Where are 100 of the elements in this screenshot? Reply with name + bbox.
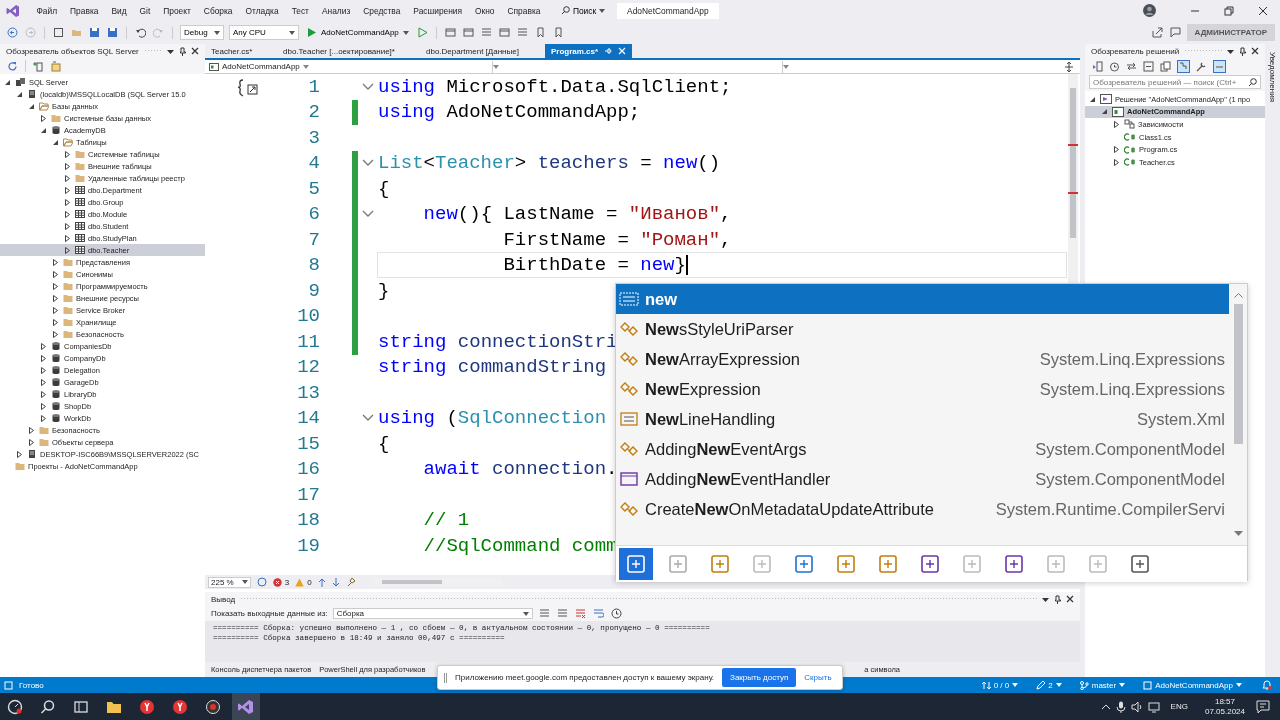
menu-item[interactable]: Расширения	[406, 5, 469, 16]
menu-item[interactable]: Проект	[156, 5, 198, 16]
preview-icon[interactable]	[1213, 59, 1226, 73]
fold-chevron-icon[interactable]	[362, 414, 374, 423]
sync-icon[interactable]	[1126, 60, 1137, 72]
completion-item[interactable]: NewLineHandling System.Xml	[616, 404, 1229, 434]
menu-item[interactable]: Окно	[468, 5, 502, 16]
expanded-triangle-icon[interactable]	[16, 90, 23, 98]
collapsed-triangle-icon[interactable]	[1113, 158, 1120, 166]
collapsed-triangle-icon[interactable]	[52, 270, 59, 278]
dropdown-icon[interactable]	[1227, 47, 1234, 55]
browser-icon[interactable]	[172, 698, 188, 715]
collapsed-triangle-icon[interactable]	[52, 294, 59, 302]
collapse-icon[interactable]	[1143, 60, 1154, 72]
completion-item[interactable]: new	[616, 284, 1229, 314]
arrow-down-icon[interactable]	[331, 577, 340, 587]
pin-icon[interactable]	[1054, 594, 1061, 604]
record-icon[interactable]	[205, 698, 221, 715]
locals-filter-icon[interactable]	[619, 548, 653, 580]
collapsed-triangle-icon[interactable]	[64, 198, 71, 206]
collapsed-triangle-icon[interactable]	[52, 258, 59, 266]
menu-item[interactable]: Вид	[104, 5, 134, 16]
feedback-icon[interactable]	[1169, 27, 1181, 38]
expanded-triangle-icon[interactable]	[28, 102, 35, 110]
dropdown-icon[interactable]	[1042, 595, 1049, 603]
completion-item[interactable]: AddingNewEventArgs System.ComponentModel	[616, 434, 1229, 464]
wrench-icon[interactable]	[1196, 60, 1207, 72]
clear-icon[interactable]	[574, 608, 586, 619]
add-query-icon[interactable]	[50, 60, 61, 72]
new-item-icon[interactable]	[53, 27, 64, 38]
collapsed-triangle-icon[interactable]	[40, 342, 47, 350]
menu-item[interactable]: Тест	[285, 5, 316, 16]
pencil-indicator[interactable]: 2	[1036, 680, 1062, 690]
collapsed-triangle-icon[interactable]	[1113, 146, 1120, 154]
network-icon[interactable]	[1147, 700, 1160, 713]
notifications-tab[interactable]: Уведомления	[1268, 52, 1277, 103]
collapsed-triangle-icon[interactable]	[40, 378, 47, 386]
collapsed-triangle-icon[interactable]	[40, 402, 47, 410]
repository-selector[interactable]: AdoNetCommandApp	[1143, 680, 1242, 690]
document-tab[interactable]: dbo.Department [Данные]	[420, 44, 545, 58]
notification-bell-icon[interactable]	[1262, 680, 1272, 690]
collapsed-triangle-icon[interactable]	[52, 330, 59, 338]
menu-item[interactable]: Правка	[63, 5, 105, 16]
restore-icon[interactable]	[1224, 5, 1234, 16]
warning-count[interactable]: 0	[295, 577, 312, 587]
switch-views-icon[interactable]	[1092, 60, 1103, 72]
close-icon[interactable]	[1258, 5, 1268, 16]
collapsed-triangle-icon[interactable]	[64, 162, 71, 170]
collapsed-triangle-icon[interactable]	[64, 186, 71, 194]
copy-icon[interactable]	[1160, 60, 1171, 72]
changes-indicator[interactable]: 0 / 0	[981, 680, 1019, 690]
collapsed-triangle-icon[interactable]	[64, 210, 71, 218]
menu-item[interactable]: Отладка	[239, 5, 286, 16]
search-icon[interactable]	[40, 698, 56, 715]
expanded-triangle-icon[interactable]	[1101, 108, 1108, 116]
collapsed-triangle-icon[interactable]	[40, 114, 47, 122]
branch-selector[interactable]: master	[1079, 680, 1126, 690]
expanded-triangle-icon[interactable]	[52, 138, 59, 146]
add-server-icon[interactable]	[33, 60, 44, 72]
arrow-up-icon[interactable]	[317, 577, 326, 587]
window-icon[interactable]	[498, 27, 510, 38]
zoom-dropdown[interactable]: 225 %	[208, 576, 251, 588]
search-button[interactable]: Поиск	[556, 5, 610, 16]
document-tab[interactable]: Teacher.cs*	[205, 44, 277, 58]
hide-link[interactable]: Скрыть	[804, 673, 832, 682]
collapsed-triangle-icon[interactable]	[52, 306, 59, 314]
collapsed-triangle-icon[interactable]	[40, 354, 47, 362]
window-icon[interactable]	[462, 27, 474, 38]
stop-sharing-button[interactable]: Закрыть доступ	[722, 668, 797, 687]
expanded-triangle-icon[interactable]	[1089, 95, 1096, 103]
dropdown-icon[interactable]	[167, 47, 174, 55]
collapsed-triangle-icon[interactable]	[40, 390, 47, 398]
pin-icon[interactable]	[1239, 46, 1246, 56]
menu-item[interactable]: Сборка	[197, 5, 239, 16]
collapsed-triangle-icon[interactable]	[1113, 121, 1120, 128]
start-icon[interactable]	[7, 698, 23, 715]
collapsed-triangle-icon[interactable]	[40, 414, 47, 422]
close-icon[interactable]	[191, 47, 199, 55]
menu-item[interactable]: Справка	[501, 5, 547, 16]
quick-actions-icon[interactable]	[237, 78, 259, 98]
fold-chevron-icon[interactable]	[362, 82, 374, 91]
configuration-dropdown[interactable]: Debug	[180, 25, 224, 40]
project-dropdown[interactable]: AdoNetCommandApp	[209, 60, 493, 73]
search-field[interactable]: Обозреватель решений — поиск (Ctrl+	[1089, 75, 1261, 89]
brush-icon[interactable]	[345, 577, 356, 587]
completion-item[interactable]: AddingNewEventHandler System.ComponentModel	[616, 464, 1229, 494]
language-indicator[interactable]: ENG	[1170, 702, 1188, 711]
bookmark-icon[interactable]	[552, 27, 564, 38]
browser-icon[interactable]	[139, 698, 155, 715]
pin-icon[interactable]	[179, 46, 186, 56]
task-view-icon[interactable]	[73, 698, 89, 715]
collapsed-triangle-icon[interactable]	[52, 282, 59, 290]
document-tab[interactable]: dbo.Teacher [...оектирование]*	[277, 44, 420, 58]
collapsed-triangle-icon[interactable]	[52, 318, 59, 326]
collapsed-triangle-icon[interactable]	[28, 438, 35, 446]
collapsed-triangle-icon[interactable]	[64, 174, 71, 182]
collapsed-triangle-icon[interactable]	[64, 150, 71, 158]
expanded-triangle-icon[interactable]	[40, 126, 47, 134]
platform-dropdown[interactable]: Any CPU	[229, 25, 299, 40]
close-icon[interactable]	[1066, 595, 1074, 603]
